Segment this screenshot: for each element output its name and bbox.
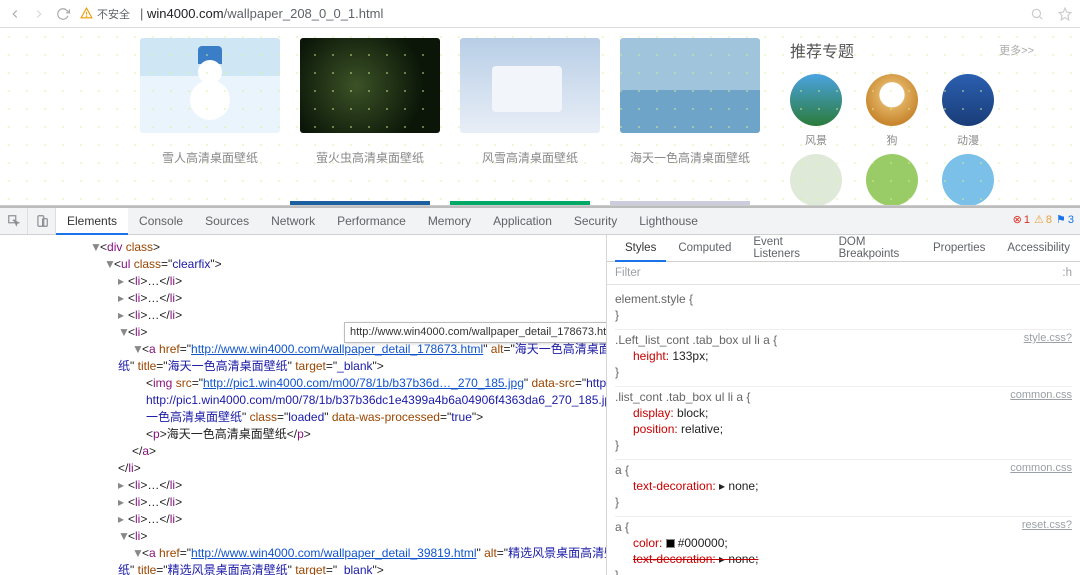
security-warning[interactable]: 不安全 (80, 6, 130, 22)
tab-performance[interactable]: Performance (326, 208, 417, 234)
forward-icon[interactable] (32, 7, 46, 21)
inspect-element-icon[interactable] (0, 208, 28, 234)
tab-console[interactable]: Console (128, 208, 194, 234)
wallpaper-thumb (300, 38, 440, 133)
tab-event-listeners[interactable]: Event Listeners (743, 235, 826, 261)
device-toggle-icon[interactable] (28, 208, 56, 234)
link-tooltip: http://www.win4000.com/wallpaper_detail_… (344, 322, 607, 343)
tab-accessibility[interactable]: Accessibility (997, 235, 1080, 261)
styles-panel: Styles Computed Event Listeners DOM Brea… (607, 235, 1080, 575)
search-icon[interactable] (1030, 7, 1044, 21)
style-rules[interactable]: element.style {}style.css?.Left_list_con… (607, 285, 1080, 575)
devtools-tabs: Elements Console Sources Network Perform… (0, 208, 1080, 235)
tab-application[interactable]: Application (482, 208, 563, 234)
wallpaper-thumb[interactable] (450, 201, 590, 206)
tab-sources[interactable]: Sources (194, 208, 260, 234)
tab-lighthouse[interactable]: Lighthouse (628, 208, 709, 234)
wallpaper-card[interactable]: 萤火虫高清桌面壁纸 (300, 38, 440, 205)
wallpaper-thumb[interactable] (290, 201, 430, 206)
tab-network[interactable]: Network (260, 208, 326, 234)
styles-tabs: Styles Computed Event Listeners DOM Brea… (607, 235, 1080, 262)
insecure-label: 不安全 (97, 6, 130, 22)
tab-memory[interactable]: Memory (417, 208, 482, 234)
wallpaper-thumb (460, 38, 600, 133)
devtools: Elements Console Sources Network Perform… (0, 206, 1080, 575)
star-icon[interactable] (1058, 7, 1072, 21)
back-icon[interactable] (8, 7, 22, 21)
error-counters[interactable]: ⊗1 ⚠8 ⚑3 (1013, 213, 1074, 226)
wallpaper-cards: 雪人高清桌面壁纸 萤火虫高清桌面壁纸 风雪高清桌面壁纸 海天一色高清桌面壁纸 (140, 38, 760, 205)
tab-properties[interactable]: Properties (923, 235, 995, 261)
elements-tree[interactable]: ▼<div class> ▼<ul class="clearfix"> ▸<li… (0, 235, 607, 575)
wallpaper-cards-row2 (290, 201, 750, 206)
reload-icon[interactable] (56, 7, 70, 21)
page-content: 雪人高清桌面壁纸 萤火虫高清桌面壁纸 风雪高清桌面壁纸 海天一色高清桌面壁纸 推… (0, 28, 1080, 206)
url-display[interactable]: | win4000.com/wallpaper_208_0_0_1.html (140, 6, 383, 21)
browser-address-bar: 不安全 | win4000.com/wallpaper_208_0_0_1.ht… (0, 0, 1080, 28)
tab-dom-breakpoints[interactable]: DOM Breakpoints (829, 235, 921, 261)
pseudo-hover-toggle[interactable]: :h (1062, 267, 1072, 279)
tab-security[interactable]: Security (563, 208, 628, 234)
styles-filter[interactable]: Filter (615, 267, 641, 279)
tab-styles[interactable]: Styles (615, 236, 666, 262)
tab-elements[interactable]: Elements (56, 208, 128, 235)
wallpaper-thumb[interactable] (610, 201, 750, 206)
tab-computed[interactable]: Computed (668, 235, 741, 261)
